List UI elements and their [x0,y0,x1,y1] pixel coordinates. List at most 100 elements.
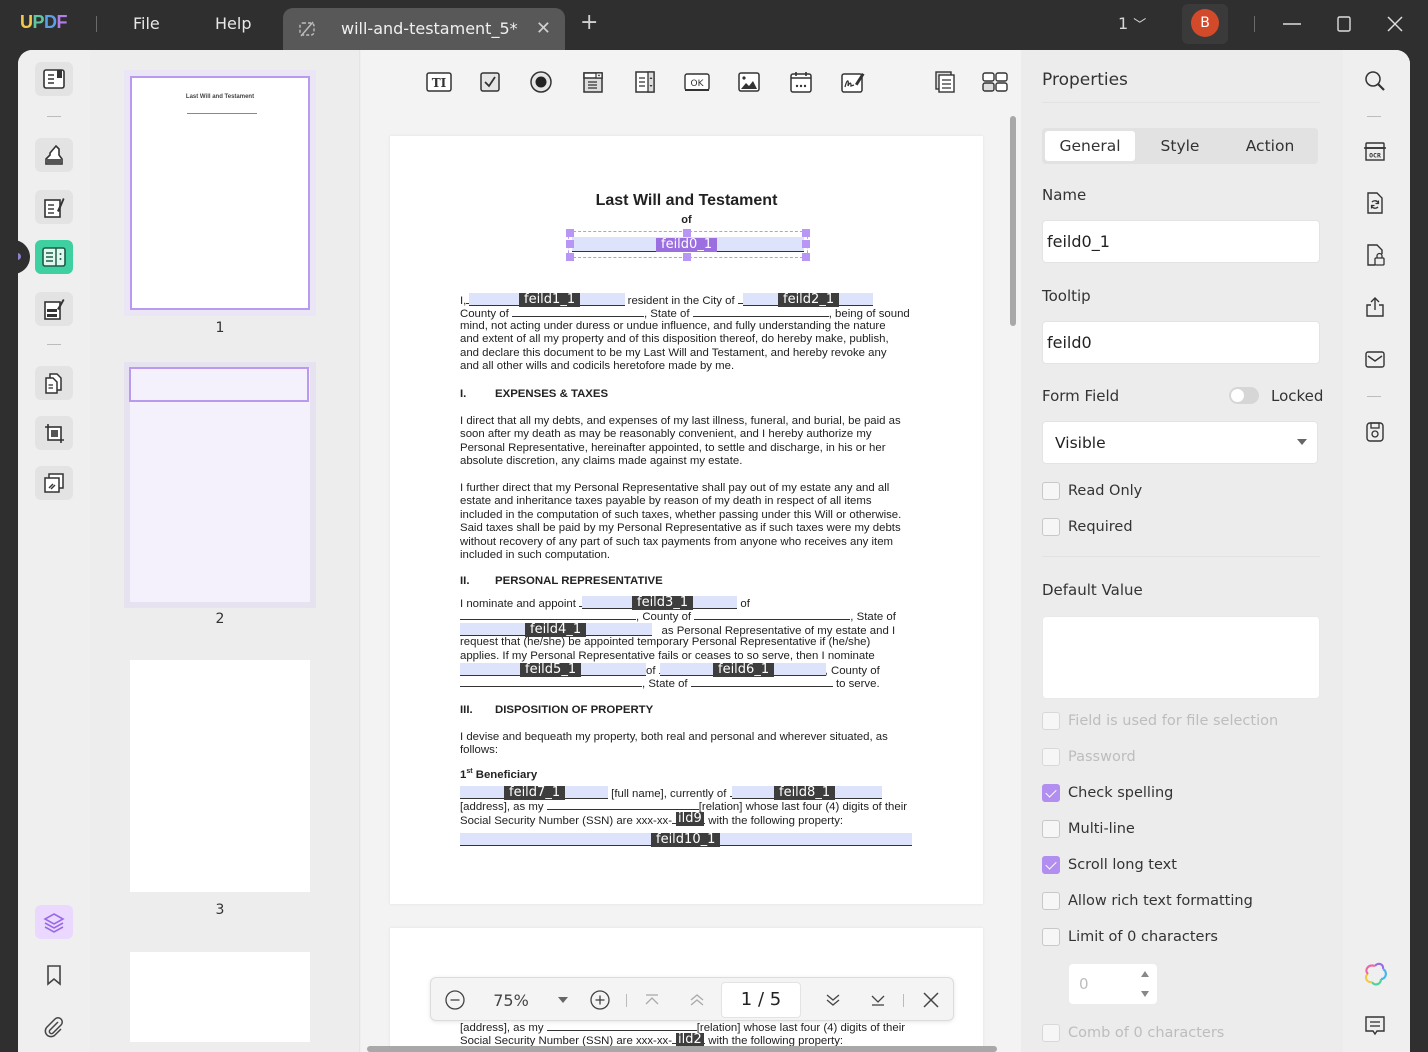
checkbox[interactable] [1042,748,1060,766]
maximize-icon[interactable] [1330,10,1358,38]
char-limit-stepper[interactable]: 0 [1069,964,1157,1004]
reader-mode-button[interactable] [35,62,73,96]
image-field-tool[interactable] [735,68,763,96]
field-label-tag[interactable]: ild9 [676,812,704,826]
resize-handle[interactable] [683,229,691,237]
page-thumbnail-4[interactable] [130,952,310,1042]
field-label-tag[interactable]: feild7_1 [504,786,566,800]
ai-assistant-button[interactable] [1362,961,1388,987]
ocr-button[interactable]: OCR [1362,138,1388,164]
close-zoom-bar-button[interactable] [917,986,945,1014]
check-spelling-checkbox[interactable]: Check spelling [1042,783,1173,803]
field-label-tag[interactable]: feild3_1 [632,596,694,610]
resize-handle[interactable] [802,240,810,248]
tab-action[interactable]: Action [1225,131,1315,161]
text-field-tool[interactable]: TI [425,68,453,96]
visibility-select[interactable]: Visible [1042,421,1318,464]
scroll-long-text-checkbox[interactable]: Scroll long text [1042,855,1177,875]
organize-pages-button[interactable] [35,366,73,400]
tooltip-field[interactable] [1042,321,1320,364]
increment-icon[interactable] [1141,971,1149,977]
page-number-input[interactable]: 1 / 5 [721,982,801,1018]
search-button[interactable] [1362,68,1388,94]
resize-handle[interactable] [566,240,574,248]
window-count-dropdown[interactable]: 1 ﹀ [1118,14,1146,33]
fill-sign-button[interactable] [35,292,73,326]
field-label-tag[interactable]: feild8_1 [774,786,836,800]
char-limit-checkbox[interactable]: Limit of 0 characters [1042,927,1218,947]
name-field[interactable] [1042,220,1320,263]
bookmark-button[interactable] [35,958,73,992]
signature-field-tool[interactable] [839,68,867,96]
form-recognition-tool[interactable] [931,68,959,96]
locked-toggle[interactable] [1229,387,1259,404]
file-selection-checkbox[interactable]: Field is used for file selection [1042,711,1278,731]
multi-line-checkbox[interactable]: Multi-line [1042,819,1135,839]
prepare-form-button[interactable] [35,240,73,274]
page-thumbnail-1[interactable]: Last Will and Testament [130,76,310,310]
menu-help[interactable]: Help [215,14,251,33]
checkbox[interactable] [1042,518,1060,536]
last-page-button[interactable] [866,986,890,1014]
resize-handle[interactable] [683,253,691,261]
resize-handle[interactable] [802,253,810,261]
resize-handle[interactable] [566,253,574,261]
edit-mode-button[interactable] [35,190,73,224]
checkbox[interactable] [1042,482,1060,500]
field-label-tag[interactable]: feild10_1 [651,833,721,847]
checkbox-tool[interactable] [476,68,504,96]
close-window-icon[interactable] [1381,10,1409,38]
field-label-tag[interactable]: feild4_1 [525,623,587,637]
layers-button[interactable] [35,905,73,939]
dropdown-tool[interactable] [579,68,607,96]
first-page-button[interactable] [640,986,664,1014]
vertical-scrollbar[interactable] [1010,116,1016,326]
multi-layout-tool[interactable] [981,68,1009,96]
comb-checkbox[interactable]: Comb of 0 characters [1042,1023,1224,1043]
read-only-checkbox[interactable]: Read Only [1042,481,1142,501]
horizontal-scrollbar[interactable] [367,1046,997,1052]
radio-button-tool[interactable] [527,68,555,96]
tab-general[interactable]: General [1045,131,1135,161]
resize-handle[interactable] [802,229,810,237]
password-checkbox[interactable]: Password [1042,747,1136,767]
checkbox[interactable] [1042,928,1060,946]
convert-button[interactable] [1362,190,1388,216]
checkbox[interactable] [1042,892,1060,910]
default-value-input[interactable] [1042,616,1320,699]
button-tool[interactable]: OK [683,68,711,96]
rich-text-checkbox[interactable]: Allow rich text formatting [1042,891,1253,911]
comment-mode-button[interactable] [35,138,73,172]
zoom-level[interactable]: 75% [491,986,531,1014]
save-button[interactable] [1362,419,1388,445]
date-field-tool[interactable] [787,68,815,96]
field-label-tag[interactable]: feild0_1 [656,238,718,252]
field-label-tag[interactable]: feild5_1 [520,663,582,677]
share-button[interactable] [1362,294,1388,320]
previous-page-button[interactable] [685,986,709,1014]
field-label-tag[interactable]: feild6_1 [713,663,775,677]
checkbox-checked[interactable] [1042,856,1060,874]
field-label-tag[interactable]: feild2_1 [778,293,840,307]
checkbox[interactable] [1042,712,1060,730]
document-tab[interactable]: will-and-testament_5* ✕ [283,8,565,50]
attachment-button[interactable] [35,1010,73,1044]
protect-button[interactable] [1362,242,1388,268]
menu-file[interactable]: File [133,14,160,33]
account-button[interactable]: B [1182,4,1228,44]
next-page-button[interactable] [821,986,845,1014]
minimize-icon[interactable] [1278,10,1306,38]
email-button[interactable] [1362,346,1388,372]
list-box-tool[interactable] [631,68,659,96]
field-label-tag[interactable]: feild1_1 [519,293,581,307]
zoom-dropdown-caret[interactable] [555,986,571,1014]
zoom-out-button[interactable] [441,986,469,1014]
page-tools-button[interactable] [35,466,73,500]
page-thumbnail-3[interactable] [130,660,310,892]
checkbox[interactable] [1042,820,1060,838]
new-tab-button[interactable]: + [580,12,598,34]
resize-handle[interactable] [566,229,574,237]
decrement-icon[interactable] [1141,991,1149,997]
page-thumbnail-2[interactable] [129,367,310,602]
checkbox[interactable] [1042,1024,1060,1042]
